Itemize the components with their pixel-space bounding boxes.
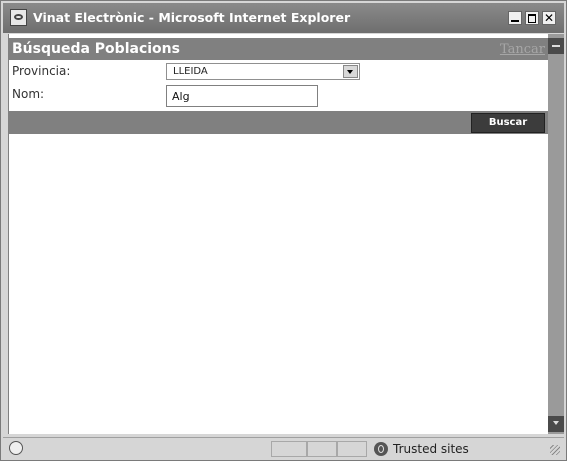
header-bar: Búsqueda Poblacions Tancar bbox=[9, 38, 549, 60]
search-button[interactable]: Buscar bbox=[471, 113, 545, 133]
provincia-select[interactable]: LLEIDA bbox=[166, 63, 360, 80]
ie-app-icon bbox=[10, 9, 27, 26]
scroll-down-button[interactable] bbox=[548, 416, 564, 432]
provincia-label: Provincia: bbox=[12, 64, 71, 78]
minimize-button[interactable] bbox=[508, 11, 522, 25]
maximize-button[interactable] bbox=[525, 11, 539, 25]
close-button[interactable]: ✕ bbox=[542, 11, 556, 25]
chevron-down-icon[interactable] bbox=[343, 65, 358, 78]
page-title: Búsqueda Poblacions bbox=[12, 41, 180, 57]
window-title: Vinat Electrònic - Microsoft Internet Ex… bbox=[33, 10, 351, 25]
page-content: Búsqueda Poblacions Tancar Provincia: LL… bbox=[8, 34, 549, 434]
status-panel bbox=[307, 441, 337, 457]
zone-label: Trusted sites bbox=[393, 442, 469, 456]
close-link[interactable]: Tancar bbox=[500, 42, 545, 57]
title-bar[interactable]: Vinat Electrònic - Microsoft Internet Ex… bbox=[3, 3, 564, 33]
nom-row: Nom: bbox=[9, 84, 549, 107]
nom-input[interactable] bbox=[166, 85, 318, 107]
nom-label: Nom: bbox=[12, 87, 45, 101]
resize-grip-icon[interactable] bbox=[550, 445, 560, 455]
status-bar: Trusted sites bbox=[3, 437, 564, 460]
browser-window: Vinat Electrònic - Microsoft Internet Ex… bbox=[0, 0, 567, 461]
status-panel bbox=[337, 441, 367, 457]
provincia-row: Provincia: LLEIDA bbox=[9, 61, 549, 82]
ie-page-icon bbox=[9, 441, 23, 455]
trusted-sites-icon bbox=[374, 442, 388, 456]
vertical-scrollbar[interactable] bbox=[548, 34, 564, 434]
scroll-up-button[interactable] bbox=[548, 38, 564, 54]
provincia-selected-value: LLEIDA bbox=[173, 66, 208, 77]
action-bar: Buscar bbox=[9, 111, 549, 134]
status-panel bbox=[271, 441, 307, 457]
